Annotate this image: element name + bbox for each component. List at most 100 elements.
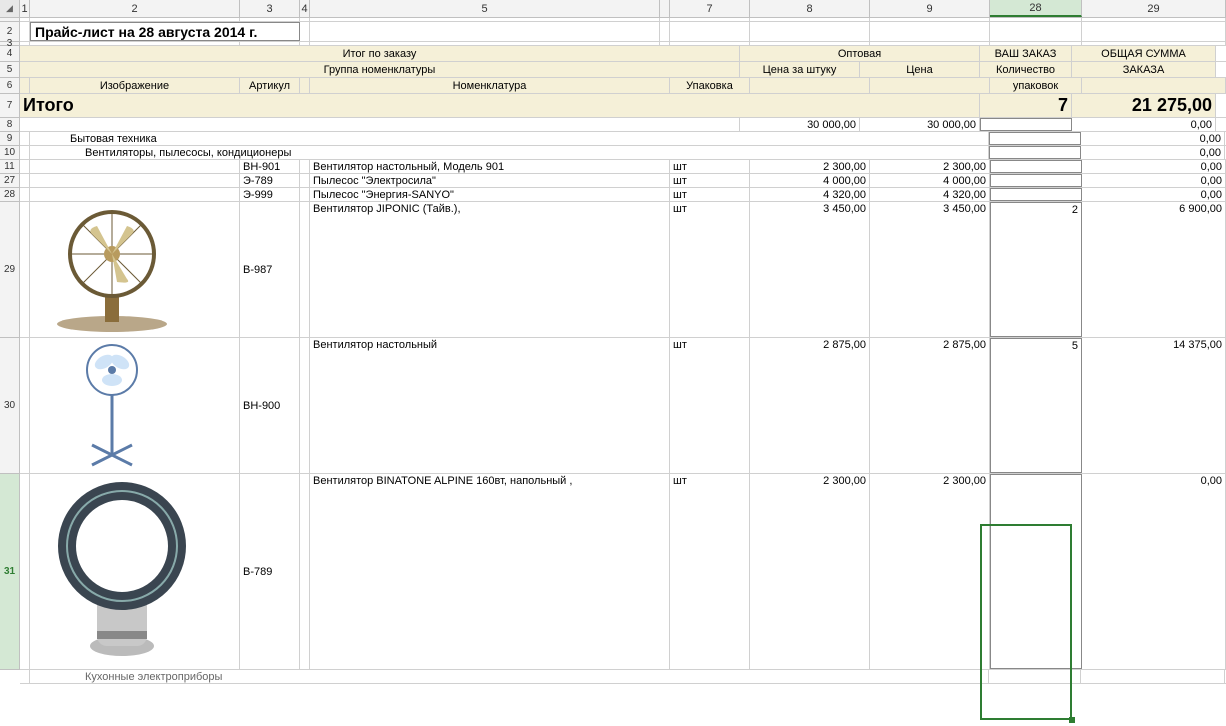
row-header-8[interactable]: 8 xyxy=(0,118,19,132)
col-header-5[interactable]: 5 xyxy=(310,0,660,17)
cell-unit[interactable]: шт xyxy=(670,202,750,337)
cell-sum[interactable]: 0,00 xyxy=(1082,160,1226,173)
col-header-3[interactable]: 3 xyxy=(240,0,300,17)
cell-price[interactable]: 2 875,00 xyxy=(870,338,990,473)
spreadsheet[interactable]: ◢ 1 2 3 4 5 7 8 9 28 29 2 3 4 5 6 7 8 9 … xyxy=(0,0,1226,726)
cell[interactable]: 0,00 xyxy=(1081,132,1225,145)
cell-price[interactable]: 3 450,00 xyxy=(750,202,870,337)
cell[interactable]: 0,00 xyxy=(1081,146,1225,159)
row: 30 000,00 30 000,00 0,00 xyxy=(20,118,1226,132)
col-header-28[interactable]: 28 xyxy=(990,0,1082,17)
category-label: Вентиляторы, пылесосы, кондиционеры xyxy=(30,146,989,159)
cell-artikul[interactable]: Э-789 xyxy=(240,174,300,187)
row-header-30[interactable]: 30 xyxy=(0,338,19,474)
category-row: Кухонные электроприборы xyxy=(20,670,1226,684)
cell-name[interactable]: Вентилятор JIPONIC (Тайв.), xyxy=(310,202,670,337)
grid-body: Прайс-лист на 28 августа 2014 г. Итог по… xyxy=(20,18,1226,684)
itogo-label: Итого xyxy=(20,94,980,117)
row-header-9[interactable]: 9 xyxy=(0,132,19,146)
cell-sum[interactable]: 0,00 xyxy=(1082,174,1226,187)
row-header-7[interactable]: 7 xyxy=(0,94,19,118)
cell-price[interactable]: 3 450,00 xyxy=(870,202,990,337)
itogo-sum: 21 275,00 xyxy=(1072,94,1216,117)
cell-artikul[interactable]: ВН-901 xyxy=(240,160,300,173)
row-header-6[interactable]: 6 xyxy=(0,78,19,94)
col-header-29[interactable]: 29 xyxy=(1082,0,1226,17)
cell[interactable]: 30 000,00 xyxy=(740,118,860,131)
col-header-4[interactable]: 4 xyxy=(300,0,310,17)
itogo-row: Итого 7 21 275,00 xyxy=(20,94,1226,118)
select-all-corner[interactable]: ◢ xyxy=(0,0,20,17)
cell-qty[interactable] xyxy=(990,174,1082,187)
row-header-4[interactable]: 4 xyxy=(0,46,19,62)
col-header-7[interactable]: 7 xyxy=(670,0,750,17)
cell-price[interactable]: 4 000,00 xyxy=(750,174,870,187)
cell-name[interactable]: Вентилятор настольный xyxy=(310,338,670,473)
cell-name[interactable]: Пылесос "Энергия-SANYO" xyxy=(310,188,670,201)
cell-artikul[interactable]: В-987 xyxy=(240,202,300,337)
hdr-cena-sht: Цена за штуку xyxy=(740,62,860,77)
fan-stand-icon xyxy=(32,340,192,470)
cell-unit[interactable]: шт xyxy=(670,338,750,473)
category-row: Вентиляторы, пылесосы, кондиционеры 0,00 xyxy=(20,146,1226,160)
row-header-31[interactable]: 31 xyxy=(0,474,19,670)
fill-handle[interactable] xyxy=(1069,717,1075,723)
cell-qty-active[interactable] xyxy=(990,474,1082,669)
itogo-qty: 7 xyxy=(980,94,1072,117)
cell-sum[interactable]: 14 375,00 xyxy=(1082,338,1226,473)
row-header-5[interactable]: 5 xyxy=(0,62,19,78)
cell-artikul[interactable]: В-789 xyxy=(240,474,300,669)
column-headers: ◢ 1 2 3 4 5 7 8 9 28 29 xyxy=(0,0,1226,18)
cell-qty[interactable]: 5 xyxy=(990,338,1082,473)
product-image xyxy=(30,338,240,473)
hdr-image: Изображение xyxy=(30,78,240,93)
cell-price[interactable]: 4 320,00 xyxy=(870,188,990,201)
cell-artikul[interactable]: Э-999 xyxy=(240,188,300,201)
cell-unit[interactable]: шт xyxy=(670,174,750,187)
cell-name[interactable]: Пылесос "Электросила" xyxy=(310,174,670,187)
cell[interactable] xyxy=(980,118,1072,131)
cell-sum[interactable]: 0,00 xyxy=(1082,474,1226,669)
row-header-11[interactable]: 11 xyxy=(0,160,19,174)
cell-unit[interactable]: шт xyxy=(670,188,750,201)
category-label: Бытовая техника xyxy=(30,132,989,145)
col-header-6[interactable] xyxy=(660,0,670,17)
row-header-28[interactable]: 28 xyxy=(0,188,19,202)
cell-price[interactable]: 4 000,00 xyxy=(870,174,990,187)
cell-qty[interactable]: 2 xyxy=(990,202,1082,337)
row-header-29[interactable]: 29 xyxy=(0,202,19,338)
hdr-itog: Итог по заказу xyxy=(20,46,740,61)
row-header-10[interactable]: 10 xyxy=(0,146,19,160)
product-image xyxy=(30,474,240,669)
cell-price[interactable]: 2 300,00 xyxy=(870,160,990,173)
category-label: Кухонные электроприборы xyxy=(30,670,989,683)
cell[interactable]: 0,00 xyxy=(1072,118,1216,131)
cell-name[interactable]: Вентилятор BINATONE ALPINE 160вт, наполь… xyxy=(310,474,670,669)
col-header-8[interactable]: 8 xyxy=(750,0,870,17)
col-header-1[interactable]: 1 xyxy=(20,0,30,17)
cell-name[interactable]: Вентилятор настольный, Модель 901 xyxy=(310,160,670,173)
table-row: В-789 Вентилятор BINATONE ALPINE 160вт, … xyxy=(20,474,1226,670)
row-header-27[interactable]: 27 xyxy=(0,174,19,188)
cell-unit[interactable]: шт xyxy=(670,160,750,173)
cell-price[interactable]: 2 875,00 xyxy=(750,338,870,473)
hdr-optovaya: Оптовая xyxy=(740,46,980,61)
hdr-kolichestvo: Количество xyxy=(980,62,1072,77)
cell-price[interactable]: 2 300,00 xyxy=(870,474,990,669)
col-header-2[interactable]: 2 xyxy=(30,0,240,17)
cell-price[interactable]: 2 300,00 xyxy=(750,474,870,669)
cell-artikul[interactable]: ВН-900 xyxy=(240,338,300,473)
cell-sum[interactable]: 0,00 xyxy=(1082,188,1226,201)
cell-sum[interactable]: 6 900,00 xyxy=(1082,202,1226,337)
cell-qty[interactable] xyxy=(990,188,1082,201)
cell[interactable] xyxy=(989,146,1081,159)
cell-price[interactable]: 4 320,00 xyxy=(750,188,870,201)
table-row: Э-789 Пылесос "Электросила" шт 4 000,00 … xyxy=(20,174,1226,188)
cell-unit[interactable]: шт xyxy=(670,474,750,669)
header-row-2: Группа номенклатуры Цена за штуку Цена К… xyxy=(20,62,1226,78)
cell[interactable] xyxy=(989,132,1081,145)
cell-price[interactable]: 2 300,00 xyxy=(750,160,870,173)
cell[interactable]: 30 000,00 xyxy=(860,118,980,131)
col-header-9[interactable]: 9 xyxy=(870,0,990,17)
cell-qty[interactable] xyxy=(990,160,1082,173)
